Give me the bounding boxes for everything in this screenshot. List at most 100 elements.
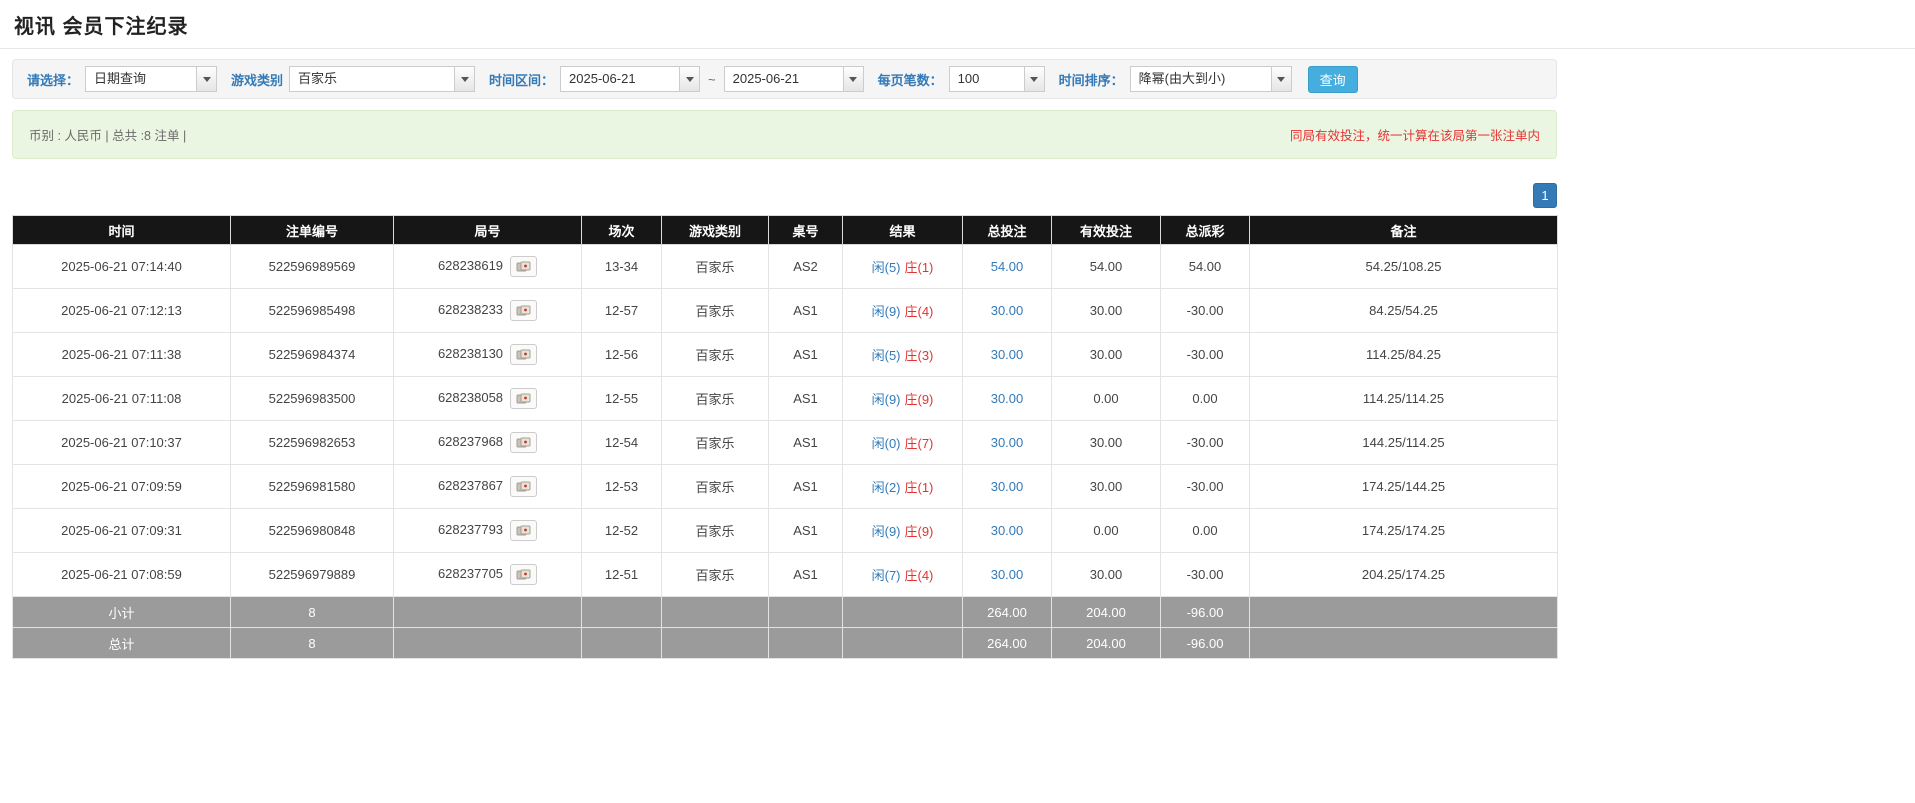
result-banker: 庄(9) xyxy=(905,392,934,407)
round-cell: 628238058 xyxy=(394,377,582,421)
video-replay-button[interactable] xyxy=(510,432,537,453)
select-type-dropdown[interactable]: 日期查询 xyxy=(85,66,217,92)
game-type: 百家乐 xyxy=(662,377,769,421)
valid-bet: 54.00 xyxy=(1052,245,1161,289)
video-icon xyxy=(516,261,531,273)
result-cell: 闲(5)庄(1) xyxy=(843,245,963,289)
bet-id: 522596983500 xyxy=(231,377,394,421)
round-id: 628238130 xyxy=(438,346,503,361)
total-bet-cell: 30.00 xyxy=(963,289,1052,333)
result-banker: 庄(9) xyxy=(905,524,934,539)
table-row: 2025-06-21 07:14:40 522596989569 6282386… xyxy=(13,245,1558,289)
subtotal-payout: -96.00 xyxy=(1161,597,1250,628)
subtotal-count: 8 xyxy=(231,597,394,628)
time-sort-dropdown[interactable]: 降幂(由大到小) xyxy=(1130,66,1292,92)
chevron-down-icon[interactable] xyxy=(679,67,699,91)
subtotal-valid-bet: 204.00 xyxy=(1052,597,1161,628)
filter-bar: 请选择： 日期查询 游戏类别 百家乐 时间区间： 2025-06-21 ~ 20… xyxy=(12,59,1557,99)
round-cell: 628237793 xyxy=(394,509,582,553)
total-bet-link[interactable]: 30.00 xyxy=(991,567,1024,582)
session: 12-56 xyxy=(582,333,662,377)
video-replay-button[interactable] xyxy=(510,344,537,365)
total-valid-bet: 204.00 xyxy=(1052,628,1161,659)
video-icon xyxy=(516,569,531,581)
per-page-dropdown[interactable]: 100 xyxy=(949,66,1045,92)
video-replay-button[interactable] xyxy=(510,564,537,585)
video-icon xyxy=(516,393,531,405)
video-replay-button[interactable] xyxy=(510,300,537,321)
date-end-dropdown[interactable]: 2025-06-21 xyxy=(724,66,864,92)
video-replay-button[interactable] xyxy=(510,388,537,409)
chevron-down-icon[interactable] xyxy=(454,67,474,91)
result-banker: 庄(1) xyxy=(905,480,934,495)
round-id: 628237968 xyxy=(438,434,503,449)
header-payout: 总派彩 xyxy=(1161,216,1250,245)
total-bet-link[interactable]: 30.00 xyxy=(991,347,1024,362)
chevron-down-icon[interactable] xyxy=(1024,67,1044,91)
subtotal-total-bet: 264.00 xyxy=(963,597,1052,628)
session: 12-54 xyxy=(582,421,662,465)
bet-id: 522596989569 xyxy=(231,245,394,289)
payout: -30.00 xyxy=(1161,465,1250,509)
header-bet-id: 注单编号 xyxy=(231,216,394,245)
game-type-label: 游戏类别 xyxy=(231,70,283,89)
header-valid-bet: 有效投注 xyxy=(1052,216,1161,245)
header-table-no: 桌号 xyxy=(769,216,843,245)
valid-bet: 30.00 xyxy=(1052,289,1161,333)
search-button[interactable]: 查询 xyxy=(1308,66,1358,93)
round-cell: 628237867 xyxy=(394,465,582,509)
total-bet-link[interactable]: 30.00 xyxy=(991,435,1024,450)
page-1-button[interactable]: 1 xyxy=(1533,183,1557,208)
pagination: 1 xyxy=(12,183,1557,208)
header-result: 结果 xyxy=(843,216,963,245)
chevron-down-icon[interactable] xyxy=(196,67,216,91)
table-row: 2025-06-21 07:12:13 522596985498 6282382… xyxy=(13,289,1558,333)
remark: 174.25/144.25 xyxy=(1250,465,1558,509)
result-cell: 闲(9)庄(4) xyxy=(843,289,963,333)
table-row: 2025-06-21 07:10:37 522596982653 6282379… xyxy=(13,421,1558,465)
video-icon xyxy=(516,305,531,317)
time-sort-label: 时间排序： xyxy=(1059,70,1124,89)
game-type: 百家乐 xyxy=(662,553,769,597)
remark: 114.25/84.25 xyxy=(1250,333,1558,377)
total-bet-link[interactable]: 54.00 xyxy=(991,259,1024,274)
total-bet-link[interactable]: 30.00 xyxy=(991,523,1024,538)
result-player: 闲(5) xyxy=(872,348,901,363)
summary-currency-count: 币别 : 人民币 | 总共 :8 注单 | xyxy=(29,125,186,144)
result-cell: 闲(9) 庄(9) xyxy=(843,377,963,421)
table-no: AS1 xyxy=(769,377,843,421)
video-icon xyxy=(516,481,531,493)
game-type-dropdown[interactable]: 百家乐 xyxy=(289,66,475,92)
total-bet-link[interactable]: 30.00 xyxy=(991,479,1024,494)
round-id: 628237867 xyxy=(438,478,503,493)
total-bet-link[interactable]: 30.00 xyxy=(991,303,1024,318)
valid-bet: 0.00 xyxy=(1052,377,1161,421)
time-sort-value: 降幂(由大到小) xyxy=(1131,67,1271,91)
result-player: 闲(9) xyxy=(872,392,901,407)
summary-bar: 币别 : 人民币 | 总共 :8 注单 | 同局有效投注，统一计算在该局第一张注… xyxy=(12,110,1557,159)
per-page-value: 100 xyxy=(950,67,1024,91)
total-bet-cell: 30.00 xyxy=(963,421,1052,465)
chevron-down-icon[interactable] xyxy=(1271,67,1291,91)
video-replay-button[interactable] xyxy=(510,520,537,541)
total-bet-cell: 54.00 xyxy=(963,245,1052,289)
bet-time: 2025-06-21 07:10:37 xyxy=(13,421,231,465)
chevron-down-icon[interactable] xyxy=(843,67,863,91)
table-row: 2025-06-21 07:11:08 522596983500 6282380… xyxy=(13,377,1558,421)
total-payout: -96.00 xyxy=(1161,628,1250,659)
bet-id: 522596985498 xyxy=(231,289,394,333)
video-replay-button[interactable] xyxy=(510,256,537,277)
result-player: 闲(9) xyxy=(872,524,901,539)
table-row: 2025-06-21 07:08:59 522596979889 6282377… xyxy=(13,553,1558,597)
date-start-dropdown[interactable]: 2025-06-21 xyxy=(560,66,700,92)
total-total-bet: 264.00 xyxy=(963,628,1052,659)
bet-id: 522596980848 xyxy=(231,509,394,553)
round-cell: 628237705 xyxy=(394,553,582,597)
game-type-value: 百家乐 xyxy=(290,67,454,91)
result-player: 闲(7) xyxy=(872,568,901,583)
bet-time: 2025-06-21 07:11:08 xyxy=(13,377,231,421)
total-bet-link[interactable]: 30.00 xyxy=(991,391,1024,406)
select-type-value: 日期查询 xyxy=(86,67,196,91)
total-row: 总计 8 264.00 204.00 -96.00 xyxy=(13,628,1558,659)
video-replay-button[interactable] xyxy=(510,476,537,497)
